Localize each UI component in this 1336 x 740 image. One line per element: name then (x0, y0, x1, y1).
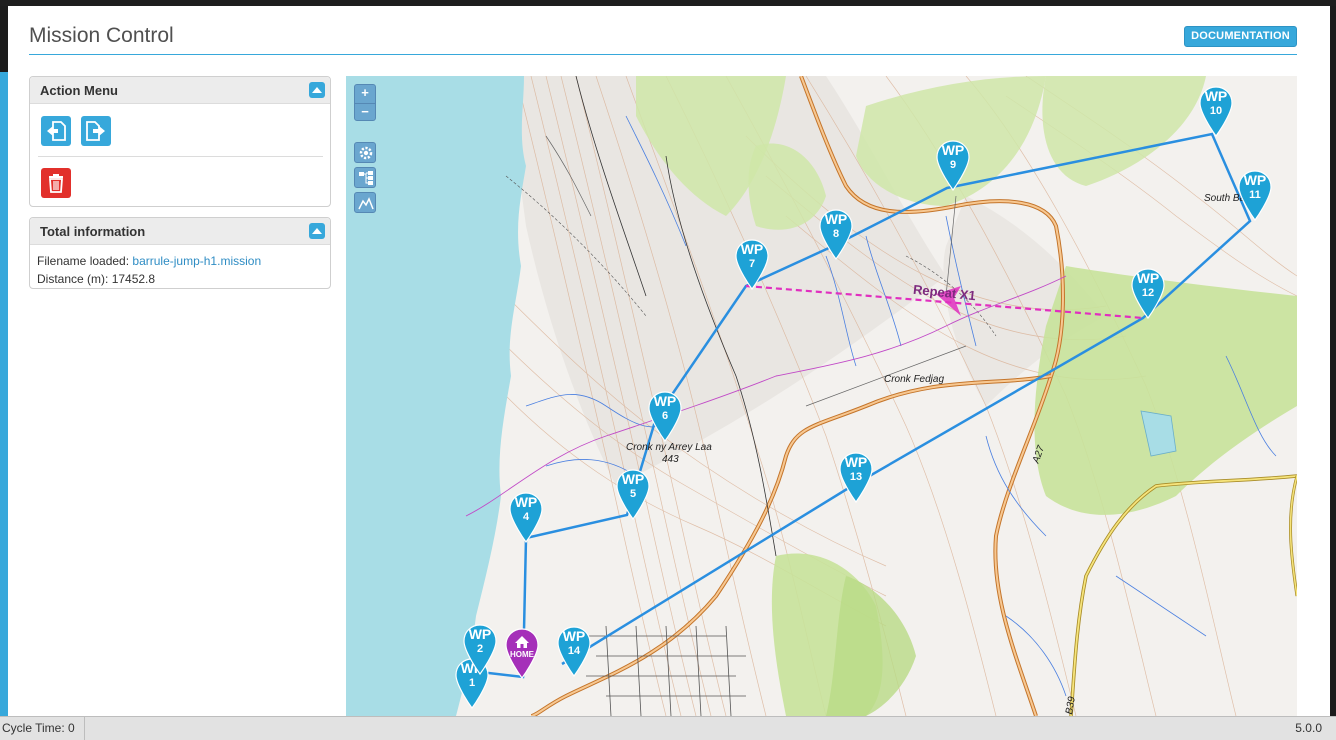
waypoint-label: WP (621, 471, 645, 487)
distance-row: Distance (m): 17452.8 (37, 272, 155, 286)
mission-route (470, 132, 1252, 707)
zoom-in-button[interactable]: + (355, 85, 375, 103)
waypoint-label: WP (562, 628, 586, 644)
mission-map[interactable]: + − Cronk ny Arrey Laa 443 Cronk Fedjag … (346, 76, 1297, 716)
zoom-out-button[interactable]: − (355, 103, 375, 121)
waypoint-label: WP (1243, 172, 1267, 188)
save-mission-button[interactable] (81, 116, 111, 146)
settings-icon (359, 146, 373, 160)
waypoint-label: WP (740, 241, 764, 257)
status-bar: Cycle Time: 0 5.0.0 (0, 716, 1336, 740)
waypoint-number: 13 (849, 471, 863, 483)
action-menu-panel: Action Menu (29, 76, 331, 207)
page-title: Mission Control (29, 24, 174, 47)
waypoint-label: WP (941, 142, 965, 158)
header-divider (29, 54, 1297, 55)
load-file-icon (47, 121, 66, 141)
filename-value: barrule-jump-h1.mission (132, 254, 262, 268)
home-label: HOME (510, 650, 534, 659)
waypoint-label: WP (653, 393, 677, 409)
version-label: 5.0.0 (1295, 721, 1322, 735)
waypoint-marker-7[interactable]: WP 7 (733, 237, 771, 291)
waypoint-number: 2 (476, 643, 484, 655)
trash-icon (49, 174, 63, 193)
waypoint-number: 9 (949, 159, 957, 171)
waypoint-label: WP (468, 626, 492, 642)
elevation-label: 443 (662, 454, 679, 465)
waypoint-number: 10 (1209, 105, 1223, 117)
waypoint-marker-4[interactable]: WP 4 (507, 490, 545, 544)
waypoint-marker-13[interactable]: WP 13 (837, 450, 875, 504)
mission-control-window: Mission Control DOCUMENTATION Action Men… (8, 6, 1330, 716)
documentation-button[interactable]: DOCUMENTATION (1184, 26, 1297, 47)
place-label: Cronk Fedjag (884, 374, 945, 385)
mission-tree-icon (359, 171, 373, 185)
elevation-button[interactable] (354, 192, 376, 213)
distance-value: 17452.8 (111, 272, 156, 286)
waypoint-number: 1 (468, 677, 476, 689)
elevation-icon (358, 197, 374, 210)
chevron-up-icon (312, 87, 322, 93)
place-label: Cronk ny Arrey Laa (626, 442, 712, 453)
waypoint-marker-12[interactable]: WP 12 (1129, 266, 1167, 320)
route-path (470, 132, 1252, 707)
waypoint-number: 14 (567, 645, 581, 657)
map-settings-button[interactable] (354, 142, 376, 163)
total-information-title: Total information (40, 224, 146, 239)
zoom-control: + − (354, 84, 376, 121)
waypoint-marker-6[interactable]: WP 6 (646, 389, 684, 443)
total-information-header: Total information (30, 218, 330, 245)
total-information-collapse-button[interactable] (309, 223, 325, 239)
waypoint-number: 4 (522, 511, 530, 523)
save-file-icon (86, 121, 105, 141)
action-menu-header: Action Menu (30, 77, 330, 104)
waypoint-number: 7 (748, 258, 756, 270)
right-edge (1330, 6, 1336, 716)
waypoint-marker-2[interactable]: WP 2 (461, 622, 499, 676)
waypoint-label: WP (1136, 270, 1160, 286)
action-menu-collapse-button[interactable] (309, 82, 325, 98)
waypoint-label: WP (514, 494, 538, 510)
waypoint-marker-14[interactable]: WP 14 (555, 624, 593, 678)
waypoint-marker-11[interactable]: WP 11 (1236, 168, 1274, 222)
waypoint-marker-10[interactable]: WP 10 (1197, 84, 1235, 138)
chevron-up-icon (312, 228, 322, 234)
filename-row: Filename loaded: barrule-jump-h1.mission (37, 254, 261, 268)
cycle-time: Cycle Time: 0 (0, 717, 85, 740)
filename-label: Filename loaded: (37, 254, 130, 268)
left-nav-active-indicator (0, 72, 8, 720)
waypoint-label: WP (844, 454, 868, 470)
home-marker[interactable]: HOME (503, 626, 541, 680)
delete-mission-button[interactable] (41, 168, 71, 198)
load-mission-button[interactable] (41, 116, 71, 146)
waypoint-label: WP (824, 211, 848, 227)
total-information-panel: Total information Filename loaded: barru… (29, 217, 331, 289)
waypoint-marker-5[interactable]: WP 5 (614, 467, 652, 521)
left-nav-strip (0, 6, 8, 720)
waypoint-marker-8[interactable]: WP 8 (817, 207, 855, 261)
action-menu-title: Action Menu (40, 83, 118, 98)
waypoint-number: 11 (1249, 189, 1261, 201)
distance-label: Distance (m): (37, 272, 109, 286)
waypoint-number: 5 (629, 488, 637, 500)
waypoint-number: 12 (1141, 287, 1155, 299)
waypoint-marker-9[interactable]: WP 9 (934, 138, 972, 192)
mission-tree-button[interactable] (354, 167, 376, 188)
waypoint-number: 6 (661, 410, 669, 422)
waypoint-number: 8 (832, 228, 840, 240)
waypoint-label: WP (1204, 88, 1228, 104)
action-menu-divider (38, 156, 323, 157)
